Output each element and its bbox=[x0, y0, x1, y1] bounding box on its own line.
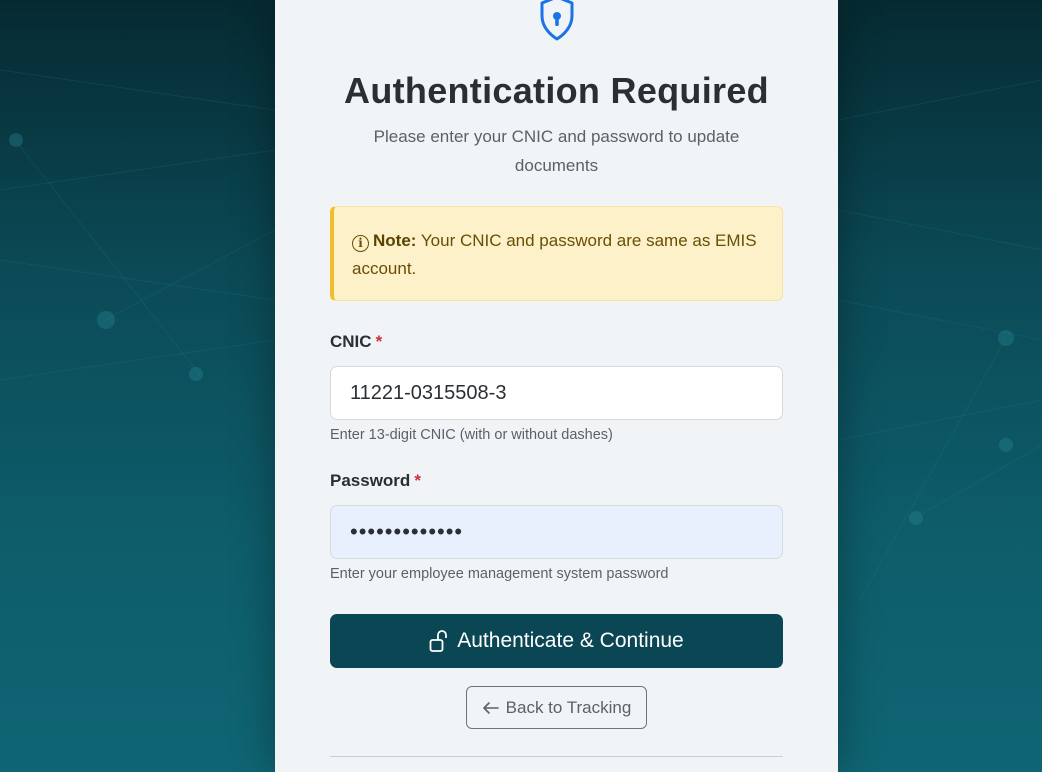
required-marker: * bbox=[375, 332, 383, 351]
divider bbox=[330, 756, 783, 757]
page-subtitle: Please enter your CNIC and password to u… bbox=[373, 127, 740, 175]
cnic-help-text: Enter 13-digit CNIC (with or without das… bbox=[330, 427, 613, 443]
authenticate-continue-button[interactable]: Authenticate & Continue bbox=[330, 614, 783, 668]
back-button-label: Back to Tracking bbox=[505, 697, 632, 717]
password-help-text: Enter your employee management system pa… bbox=[330, 566, 669, 582]
authenticate-button-label: Authenticate & Continue bbox=[457, 629, 684, 652]
password-input[interactable] bbox=[330, 505, 783, 559]
required-marker: * bbox=[414, 471, 421, 490]
back-to-tracking-button[interactable]: Back to Tracking bbox=[466, 686, 647, 729]
password-label: Password * bbox=[330, 471, 421, 491]
info-icon: i bbox=[352, 235, 369, 252]
password-label-text: Password bbox=[330, 471, 411, 490]
unlock-icon bbox=[429, 630, 448, 652]
page-title: Authentication Required bbox=[344, 70, 769, 111]
note-alert: i Note: Your CNIC and password are same a… bbox=[330, 206, 783, 301]
cnic-input[interactable] bbox=[330, 366, 783, 420]
note-label: Note: bbox=[373, 231, 417, 250]
cnic-label: CNIC * bbox=[330, 332, 382, 352]
arrow-left-icon bbox=[482, 701, 499, 714]
shield-keyhole-icon bbox=[540, 0, 574, 41]
cnic-label-text: CNIC bbox=[330, 332, 372, 351]
auth-card: Authentication Required Please enter you… bbox=[275, 0, 838, 772]
